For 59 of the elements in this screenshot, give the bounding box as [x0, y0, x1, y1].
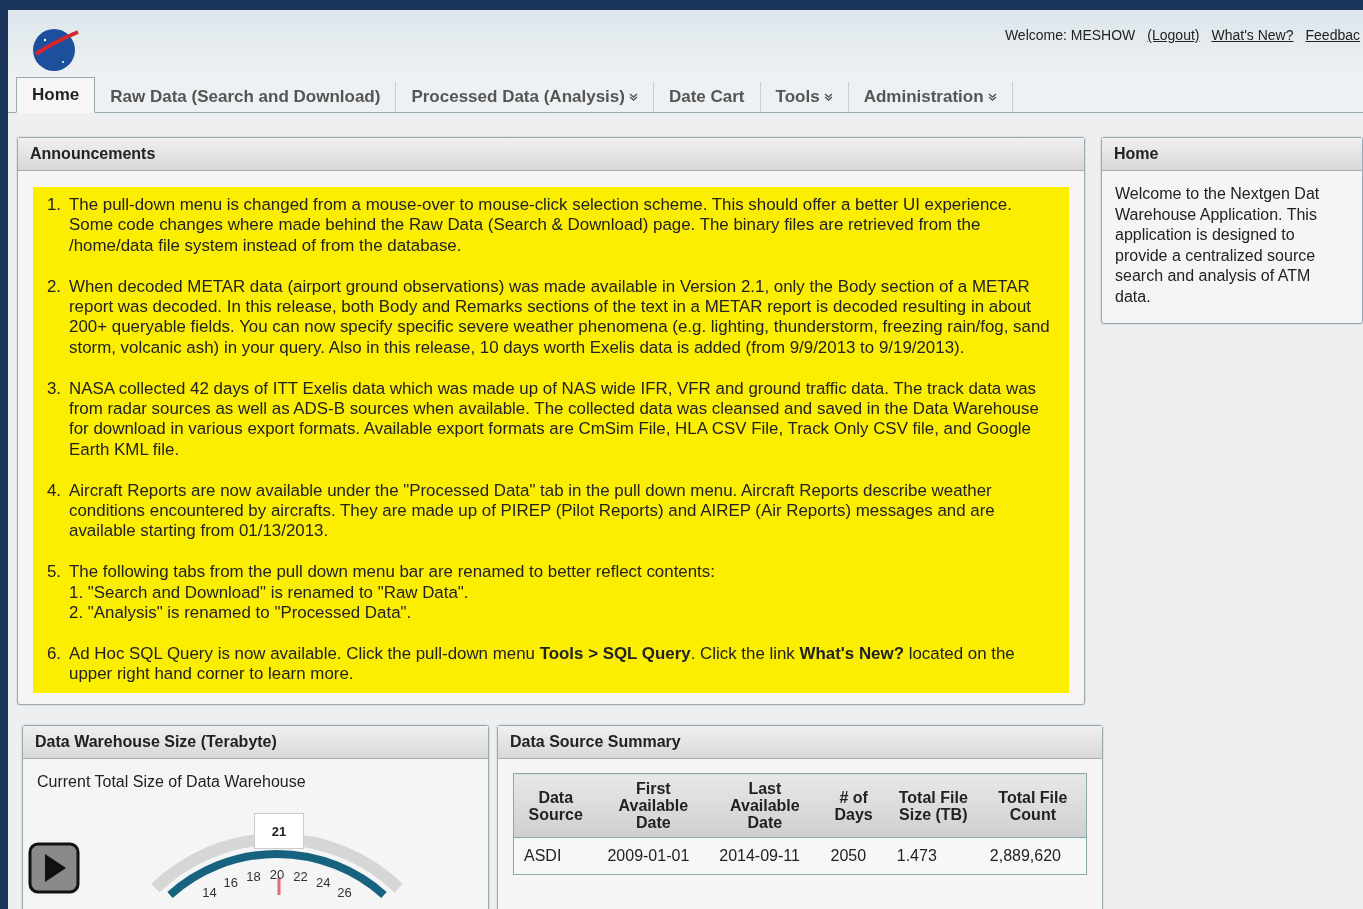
- nav-tab[interactable]: Administration: [848, 82, 1013, 112]
- gauge-tick-label: 20: [269, 867, 285, 882]
- header-link[interactable]: Feedbac: [1305, 27, 1360, 43]
- welcome-paragraph-line: Welcome to the Nextgen Dat: [1115, 184, 1321, 204]
- table-cell: 2050: [820, 837, 887, 875]
- chevron-icon: [823, 93, 833, 101]
- column-header: Last Available Date: [709, 773, 821, 838]
- announcement-subitem: 1. "Search and Download" is renamed to "Raw Data".: [69, 582, 470, 604]
- column-header: # of Days: [820, 773, 887, 838]
- announcement-text: The following tabs from the pull down menu bar are renamed to better reflect contents:: [69, 562, 715, 583]
- gauge-tick-label: 24: [315, 875, 331, 891]
- announcement-subitem: 2. "Analysis" is renamed to "Processed Data".: [69, 603, 413, 624]
- announcement-text: NASA collected 42 days of ITT Exelis data which was made up of NAS wide IFR, VFR and ground traffic data. The track data was from radar sources as well as ADS-B sources when available. The collected data was cleansed and saved in the Data Warehouse for download in various export formats. Available export formats are CmSim File, HLA CSV File, Track Only CSV file, and Google Earth KML file.: [69, 378, 1040, 461]
- column-header: Total File Count: [979, 773, 1087, 838]
- item-number: 1.: [45, 195, 61, 216]
- header-link[interactable]: What's New?: [1211, 27, 1294, 43]
- item-number: 4.: [45, 480, 61, 502]
- gauge-tick-label: 18: [246, 869, 261, 885]
- play-button-icon[interactable]: [28, 842, 80, 894]
- welcome-paragraph-line: provide a centralized source: [1115, 245, 1317, 266]
- column-header: Total File Size (TB): [886, 773, 980, 838]
- item-number: 5.: [45, 562, 61, 584]
- item-number: 2.: [45, 276, 61, 298]
- nav-tab[interactable]: Processed Data (Analysis): [396, 82, 654, 112]
- panel-title: Home: [1102, 138, 1362, 171]
- announcement-text: Ad Hoc SQL Query is now available. Click the pull-down menu Tools > SQL Query. Click the link What's New? located on the upper right hand corner to learn more.: [69, 643, 1016, 685]
- panel-title: Data Source Summary: [498, 726, 1102, 759]
- announcement-text: The pull-down menu is changed from a mouse-over to mouse-click selection scheme. This should offer a better UI experience. Some code changes where made behind the Raw Data (Search & Download) page. The binary files are retrieved from the /home/data file system instead of from the database.: [69, 195, 1013, 257]
- welcome-paragraph-line: data.: [1115, 286, 1152, 307]
- chevron-icon: [628, 93, 638, 101]
- panel-title: Data Warehouse Size (Terabyte): [23, 726, 488, 759]
- gauge-tick-label: 26: [337, 885, 352, 901]
- item-number: 6.: [45, 643, 61, 665]
- table-cell: 1.473: [886, 837, 980, 875]
- nav-tab[interactable]: Tools: [760, 82, 849, 112]
- column-header: Data Source: [513, 773, 598, 838]
- gauge-tick-label: 22: [293, 869, 308, 885]
- gauge-title: Current Total Size of Data Warehouse: [37, 773, 306, 790]
- table-cell: 2009-01-01: [597, 837, 710, 875]
- table-cell: 2014-09-11: [709, 837, 821, 875]
- announcement-text: When decoded METAR data (airport ground observations) was made available in Version 2.1, only the Body section of a METAR report was decoded. In this release, both Body and Remarks sections of the text in a METAR report is decoded resulting in about 200+ queryable fields. You can now specify specific severe weather phenomena (e.g. lighting, thunderstorm, freezing rain/fog, sand storm, volcanic ash) in your query. Also in this release, 10 days worth Exelis data is added (from 9/9/2013 to 9/19/2013).: [69, 276, 1051, 359]
- welcome-text: Welcome: MESHOW: [1004, 27, 1136, 43]
- nav-tab[interactable]: Date Cart: [653, 82, 761, 112]
- column-header: First Available Date: [597, 773, 710, 838]
- header-link[interactable]: (Logout): [1147, 27, 1200, 43]
- gauge-tick-label: 14: [202, 885, 217, 901]
- table-cell: ASDI: [513, 837, 598, 875]
- nav-tab[interactable]: Home: [16, 77, 96, 113]
- gauge-tick-label: 16: [223, 875, 239, 891]
- chevron-icon: [987, 93, 997, 101]
- gauge-value: 21: [254, 813, 304, 849]
- item-number: 3.: [45, 378, 61, 400]
- nav-tab[interactable]: Raw Data (Search and Download): [95, 82, 397, 112]
- panel-title: Announcements: [18, 138, 1084, 171]
- welcome-paragraph-line: search and analysis of ATM: [1115, 266, 1312, 286]
- welcome-paragraph-line: application is designed to: [1115, 225, 1296, 245]
- table-cell: 2,889,620: [979, 837, 1087, 875]
- welcome-paragraph-line: Warehouse Application. This: [1115, 204, 1318, 225]
- announcement-text: Aircraft Reports are now available under the "Processed Data" tab in the pull down menu. Aircraft Reports describe weather conditions encountered by aircrafts. They are made up of PIREP (Pilot Reports) and AIREP (Air Reports) messages and are available starting from 01/13/2013.: [69, 480, 996, 542]
